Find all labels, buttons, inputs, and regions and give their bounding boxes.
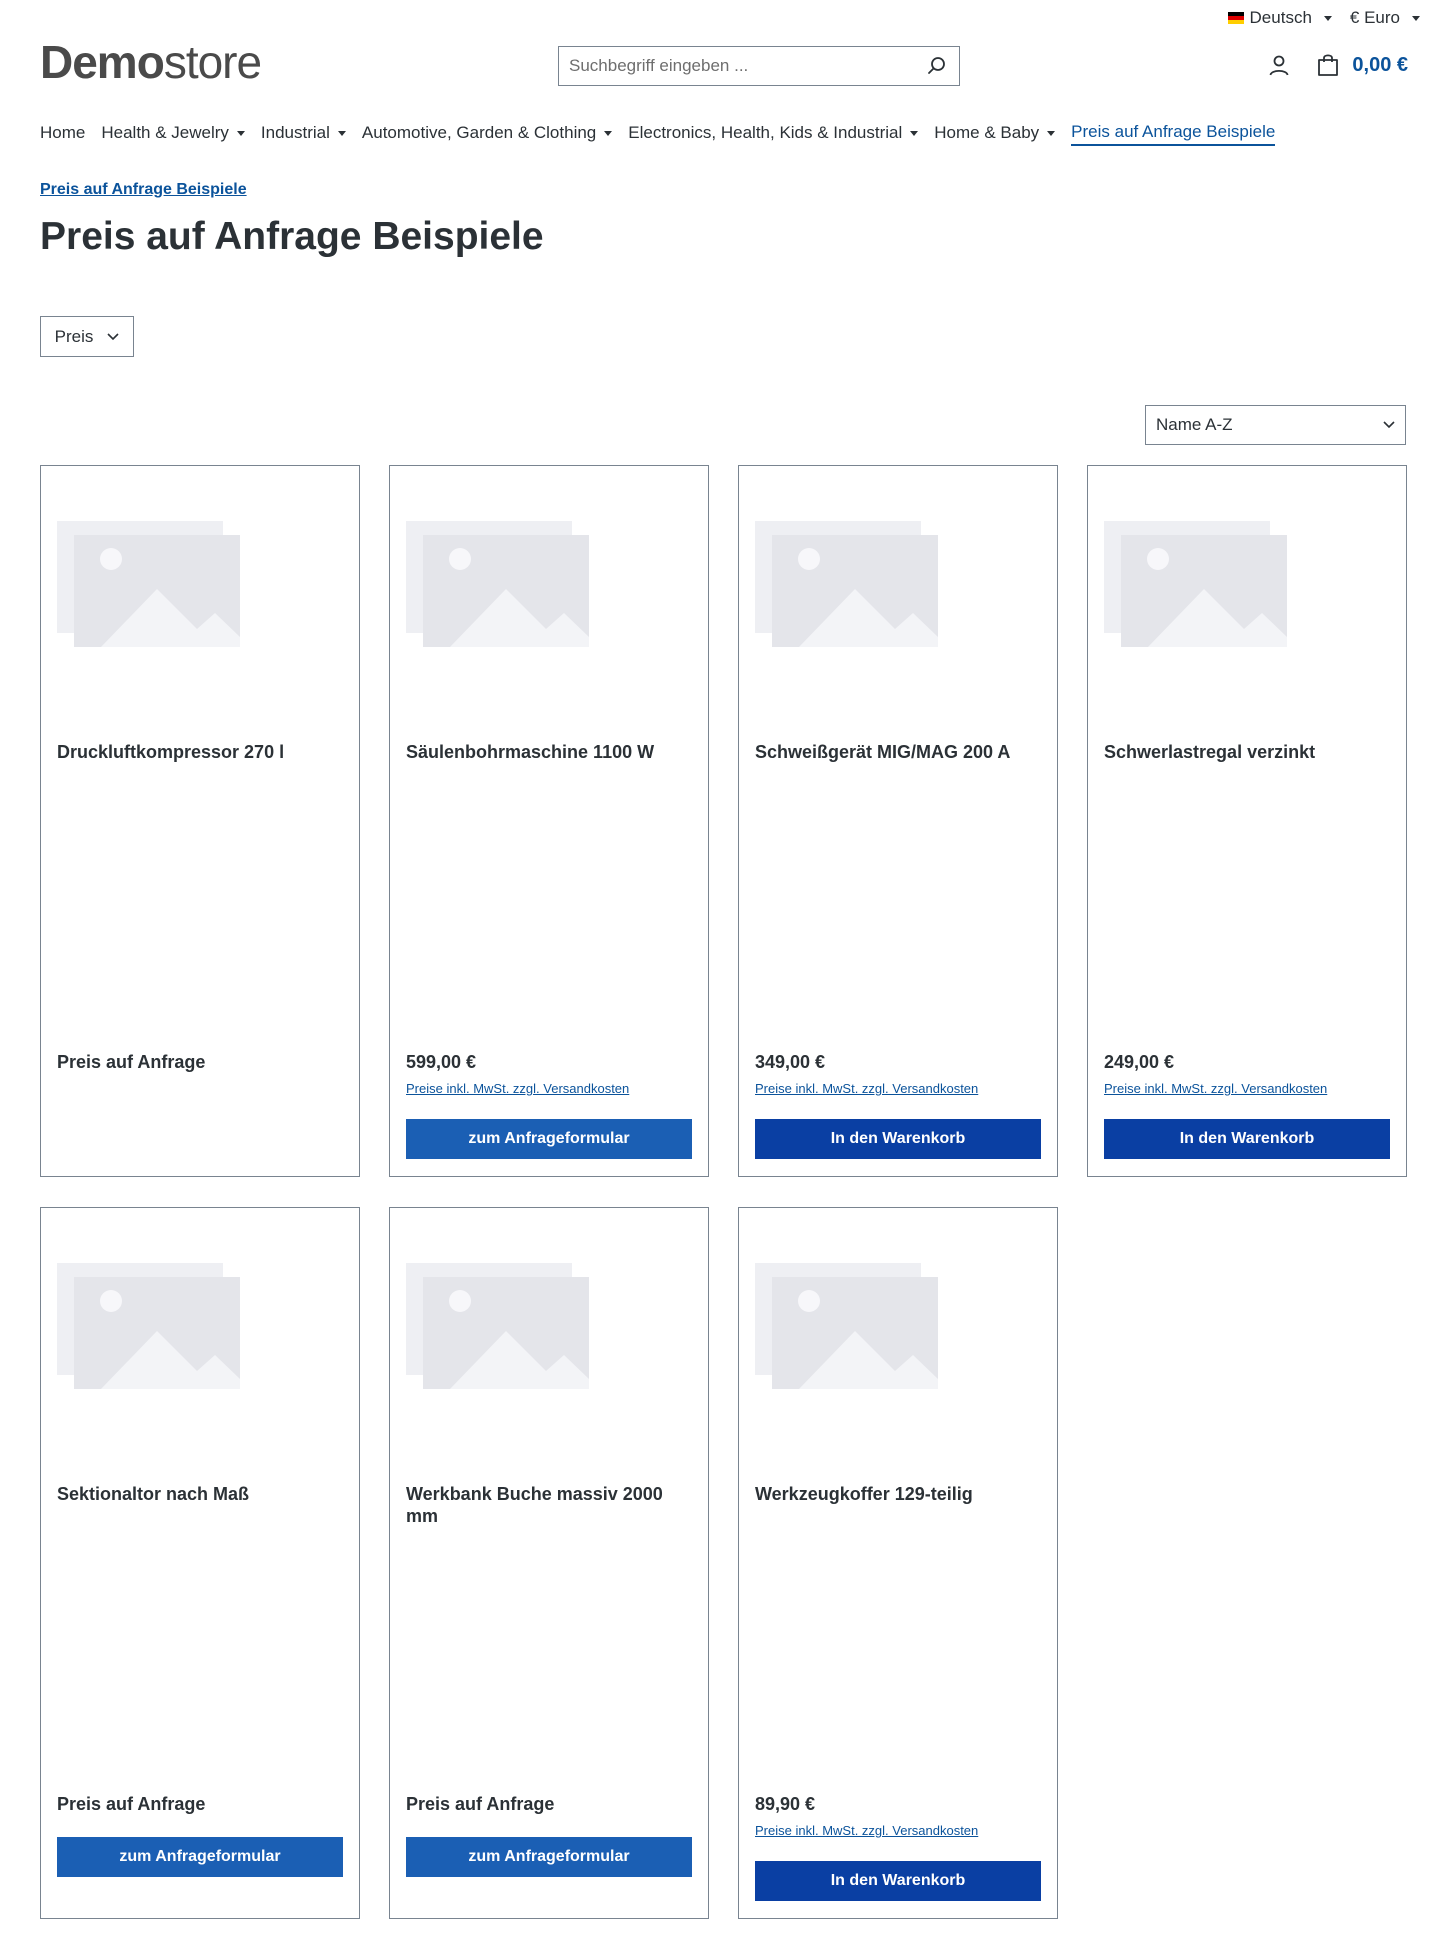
nav-item-health-jewelry[interactable]: Health & Jewelry	[101, 120, 245, 146]
image-placeholder-icon	[406, 521, 589, 647]
nav-item-industrial[interactable]: Industrial	[261, 120, 346, 146]
inquiry-form-button[interactable]: zum Anfrageformular	[406, 1119, 692, 1159]
logo-light-text: store	[163, 36, 262, 88]
product-card[interactable]: Sektionaltor nach Maß Preis auf Anfrage …	[40, 1207, 360, 1919]
add-to-cart-button[interactable]: In den Warenkorb	[755, 1119, 1041, 1159]
price-filter-button[interactable]: Preis	[40, 316, 134, 357]
product-name[interactable]: Schwerlastregal verzinkt	[1104, 741, 1394, 763]
topbar: Deutsch € Euro	[1227, 8, 1420, 28]
main-navigation: Home Health & Jewelry Industrial Automot…	[40, 120, 1291, 146]
logo-bold-text: Demo	[40, 36, 165, 88]
nav-item-electronics-health-kids-industrial[interactable]: Electronics, Health, Kids & Industrial	[628, 120, 919, 146]
product-card[interactable]: Säulenbohrmaschine 1100 W 599,00 € Preis…	[389, 465, 709, 1177]
inquiry-form-button[interactable]: zum Anfrageformular	[406, 1837, 692, 1877]
product-price: 89,90 €	[755, 1794, 816, 1814]
image-placeholder-icon	[755, 1263, 938, 1389]
currency-selector[interactable]: € Euro	[1350, 8, 1420, 28]
user-icon	[1269, 55, 1289, 76]
search-button[interactable]	[915, 47, 959, 85]
product-name[interactable]: Werkbank Buche massiv 2000 mm	[406, 1483, 696, 1527]
caret-down-icon	[1047, 130, 1056, 136]
caret-down-icon	[337, 130, 346, 136]
nav-item-automotive-garden-clothing[interactable]: Automotive, Garden & Clothing	[361, 120, 613, 146]
shopping-bag-icon	[1318, 54, 1339, 76]
caret-down-icon	[1323, 15, 1332, 21]
currency-label: € Euro	[1349, 8, 1400, 27]
nav-label: Home	[40, 123, 86, 142]
tax-shipping-link[interactable]: Preise inkl. MwSt. zzgl. Versandkosten	[406, 1081, 629, 1096]
nav-label: Preis auf Anfrage Beispiele	[1071, 122, 1276, 141]
image-placeholder-icon	[57, 1263, 240, 1389]
breadcrumb[interactable]: Preis auf Anfrage Beispiele	[40, 181, 247, 199]
chevron-down-icon	[1383, 421, 1395, 429]
product-price: 599,00 €	[406, 1052, 477, 1072]
header-actions: 0,00 €	[1264, 50, 1408, 80]
nav-label: Electronics, Health, Kids & Industrial	[628, 123, 903, 142]
tax-shipping-link[interactable]: Preise inkl. MwSt. zzgl. Versandkosten	[1104, 1081, 1327, 1096]
product-name[interactable]: Säulenbohrmaschine 1100 W	[406, 741, 696, 763]
image-placeholder-icon	[1104, 521, 1287, 647]
product-card[interactable]: Schweißgerät MIG/MAG 200 A 349,00 € Prei…	[738, 465, 1058, 1177]
nav-label: Automotive, Garden & Clothing	[361, 123, 597, 142]
nav-label: Home & Baby	[934, 123, 1040, 142]
product-card[interactable]: Werkbank Buche massiv 2000 mm Preis auf …	[389, 1207, 709, 1919]
caret-down-icon	[1412, 15, 1420, 21]
chevron-down-icon	[107, 332, 119, 340]
product-price: 349,00 €	[755, 1052, 826, 1072]
nav-item-home-baby[interactable]: Home & Baby	[934, 120, 1056, 146]
store-logo[interactable]: Demostore	[40, 36, 262, 88]
nav-item-home[interactable]: Home	[40, 120, 85, 146]
search-icon	[928, 57, 945, 74]
product-card[interactable]: Werkzeugkoffer 129-teilig 89,90 € Preise…	[738, 1207, 1058, 1919]
cart-total: 0,00 €	[1352, 53, 1408, 76]
add-to-cart-button[interactable]: In den Warenkorb	[1104, 1119, 1390, 1159]
image-placeholder-icon	[755, 521, 938, 647]
caret-down-icon	[910, 130, 919, 136]
product-price: Preis auf Anfrage	[57, 1052, 206, 1072]
caret-down-icon	[236, 130, 245, 136]
nav-label: Industrial	[260, 123, 330, 142]
filter-label: Preis	[54, 326, 94, 346]
product-price: 249,00 €	[1104, 1052, 1175, 1072]
inquiry-form-button[interactable]: zum Anfrageformular	[57, 1837, 343, 1877]
product-name[interactable]: Schweißgerät MIG/MAG 200 A	[755, 741, 1045, 763]
product-name[interactable]: Druckluftkompressor 270 l	[57, 741, 347, 763]
tax-shipping-link[interactable]: Preise inkl. MwSt. zzgl. Versandkosten	[755, 1823, 978, 1838]
nav-item-preis-auf-anfrage[interactable]: Preis auf Anfrage Beispiele	[1071, 120, 1276, 146]
page-title: Preis auf Anfrage Beispiele	[40, 215, 544, 258]
account-button[interactable]	[1264, 50, 1294, 80]
product-name[interactable]: Sektionaltor nach Maß	[57, 1483, 347, 1505]
add-to-cart-button[interactable]: In den Warenkorb	[755, 1861, 1041, 1901]
language-label: Deutsch	[1249, 8, 1312, 27]
search-box	[558, 46, 960, 86]
image-placeholder-icon	[57, 521, 240, 647]
language-selector[interactable]: Deutsch	[1227, 8, 1332, 28]
product-price: Preis auf Anfrage	[57, 1794, 206, 1814]
nav-label: Health & Jewelry	[101, 123, 229, 142]
product-card[interactable]: Schwerlastregal verzinkt 249,00 € Preise…	[1087, 465, 1407, 1177]
image-placeholder-icon	[406, 1263, 589, 1389]
product-name[interactable]: Werkzeugkoffer 129-teilig	[755, 1483, 1045, 1505]
tax-shipping-link[interactable]: Preise inkl. MwSt. zzgl. Versandkosten	[755, 1081, 978, 1096]
german-flag-icon	[1227, 12, 1244, 24]
sort-select[interactable]: Name A-Z	[1145, 405, 1406, 445]
product-card[interactable]: Druckluftkompressor 270 l Preis auf Anfr…	[40, 465, 360, 1177]
cart-button[interactable]: 0,00 €	[1316, 53, 1408, 77]
caret-down-icon	[604, 130, 613, 136]
product-price: Preis auf Anfrage	[406, 1794, 555, 1814]
sort-selected-value: Name A-Z	[1156, 415, 1233, 434]
search-input[interactable]	[559, 47, 915, 85]
